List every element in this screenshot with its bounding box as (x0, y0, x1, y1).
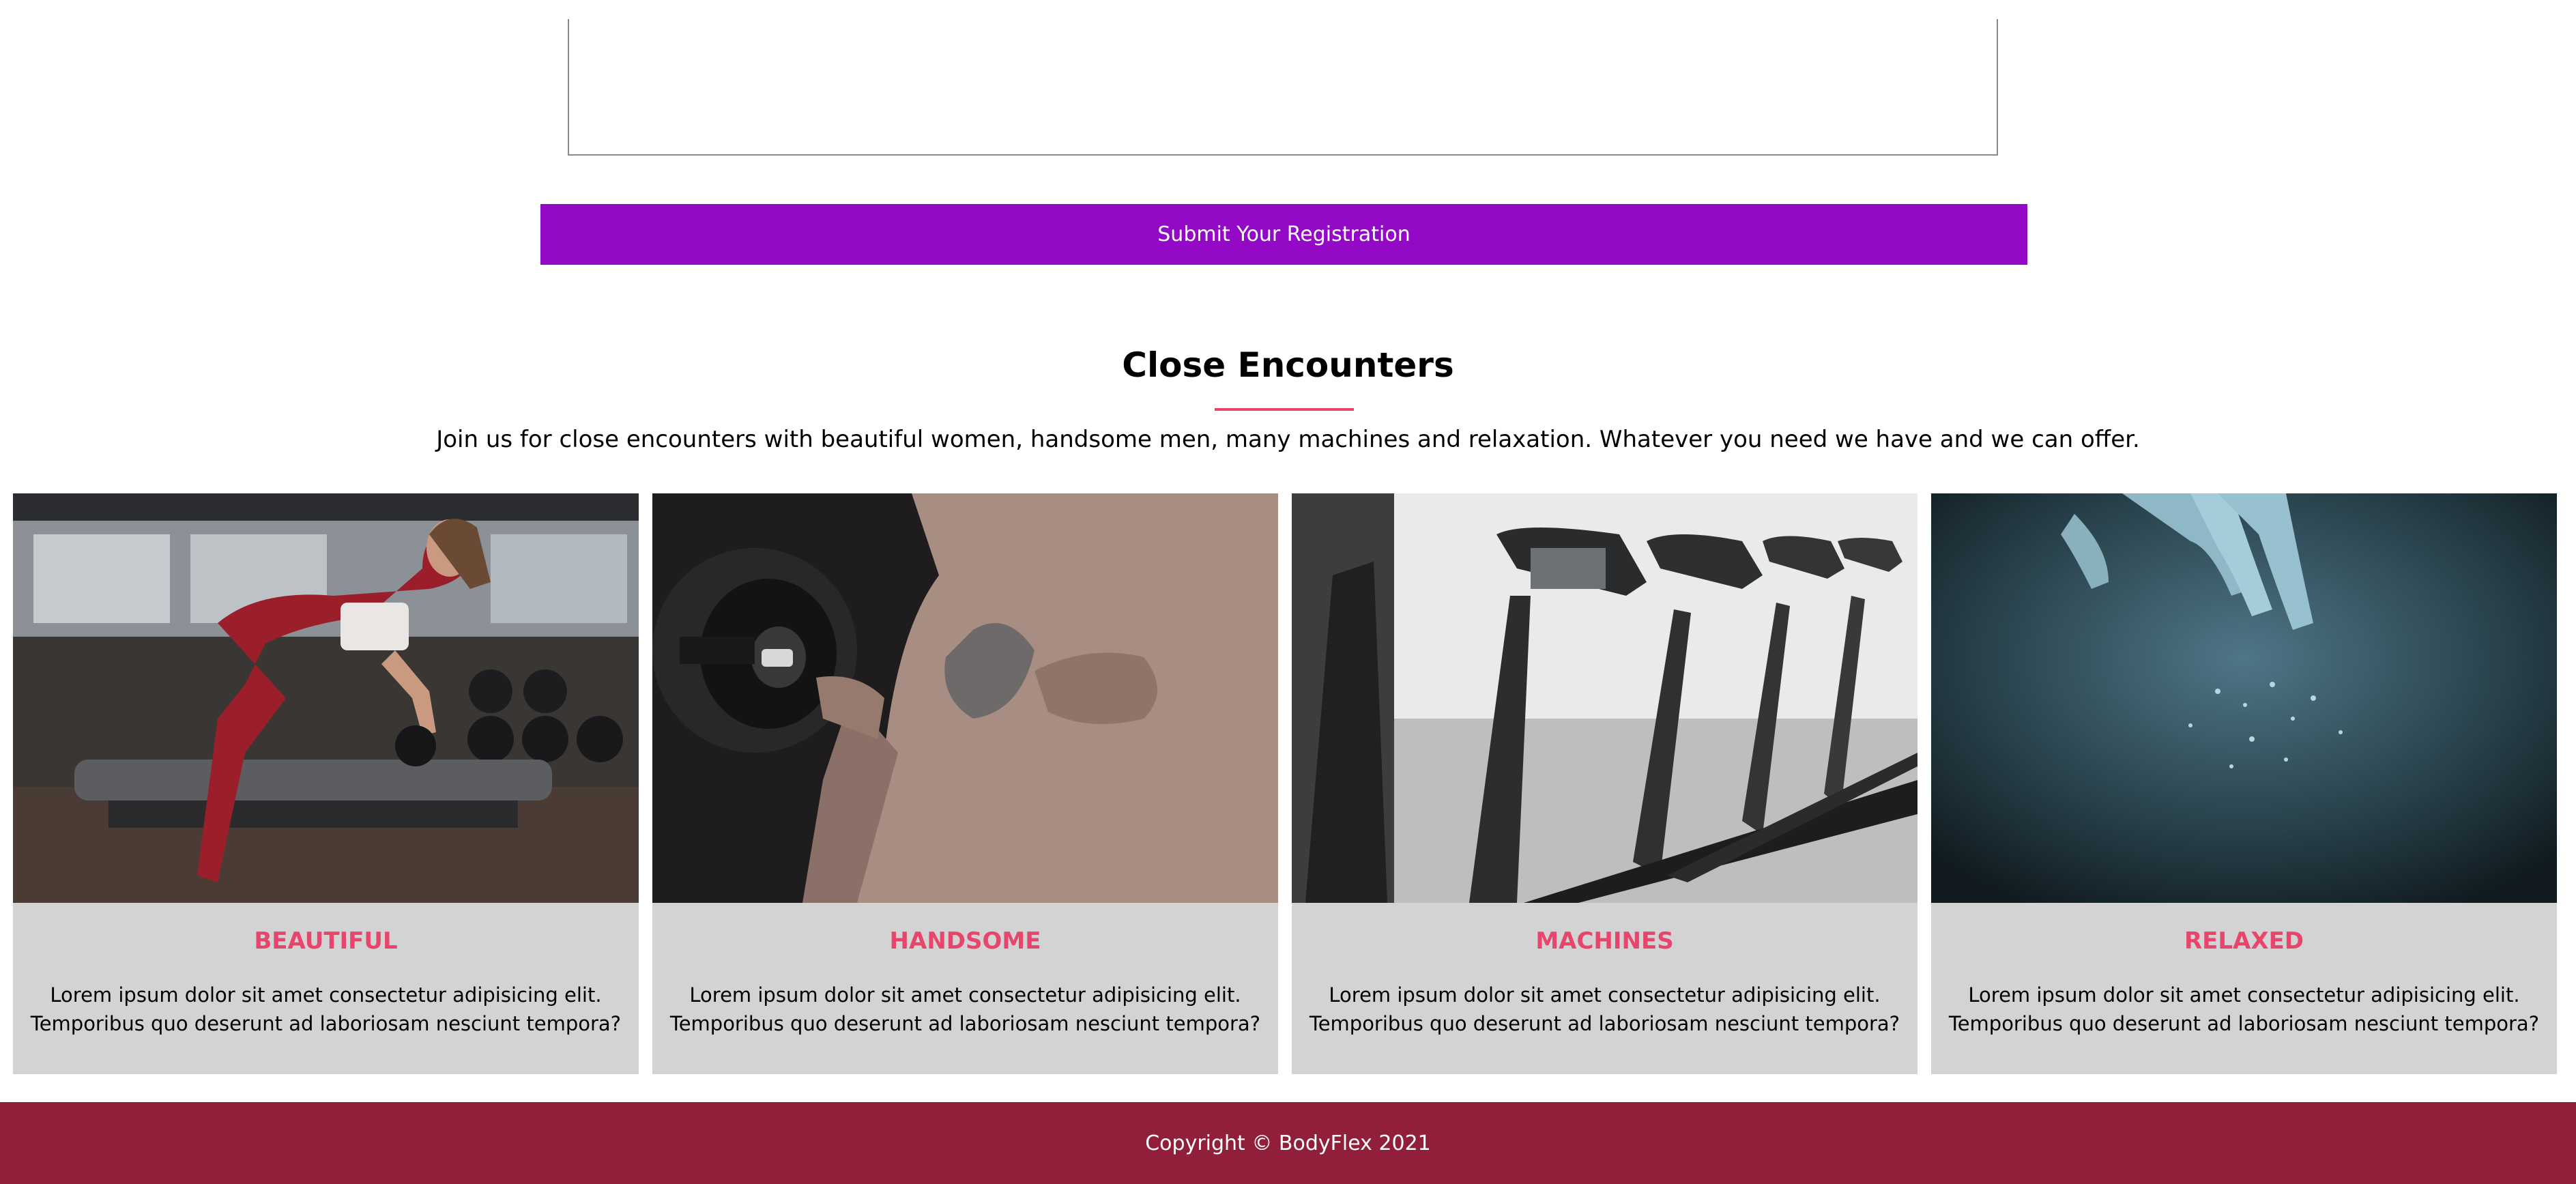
hand-on-wet-skin-photo (1931, 493, 2557, 903)
card-handsome: HANDSOME Lorem ipsum dolor sit amet cons… (652, 493, 1278, 1074)
feature-cards: BEAUTIFUL Lorem ipsum dolor sit amet con… (13, 493, 2557, 1074)
card-beautiful: BEAUTIFUL Lorem ipsum dolor sit amet con… (13, 493, 639, 1074)
copyright-text: Copyright © BodyFlex 2021 (1145, 1131, 1431, 1155)
section-subtitle: Join us for close encounters with beauti… (436, 426, 2140, 453)
card-heading: HANDSOME (889, 927, 1041, 955)
card-text: Lorem ipsum dolor sit amet consectetur a… (1948, 983, 2540, 1035)
card-heading: BEAUTIFUL (254, 927, 398, 955)
footer: Copyright © BodyFlex 2021 (0, 1102, 2576, 1184)
man-bicep-curl-photo (652, 493, 1278, 903)
card-heading: RELAXED (2184, 927, 2304, 955)
card-text: Lorem ipsum dolor sit amet consectetur a… (1309, 983, 1900, 1035)
card-relaxed: RELAXED Lorem ipsum dolor sit amet conse… (1931, 493, 2557, 1074)
card-machines: MACHINES Lorem ipsum dolor sit amet cons… (1292, 493, 1917, 1074)
card-text: Lorem ipsum dolor sit amet consectetur a… (30, 983, 622, 1035)
message-textarea[interactable] (568, 19, 1998, 156)
card-text: Lorem ipsum dolor sit amet consectetur a… (669, 983, 1261, 1035)
submit-registration-button[interactable]: Submit Your Registration (540, 204, 2027, 265)
title-underline (1215, 408, 1354, 411)
treadmills-row-photo (1292, 493, 1917, 903)
section-title: Close Encounters (1122, 345, 1454, 385)
card-heading: MACHINES (1535, 927, 1674, 955)
woman-dumbbell-row-photo (13, 493, 639, 903)
